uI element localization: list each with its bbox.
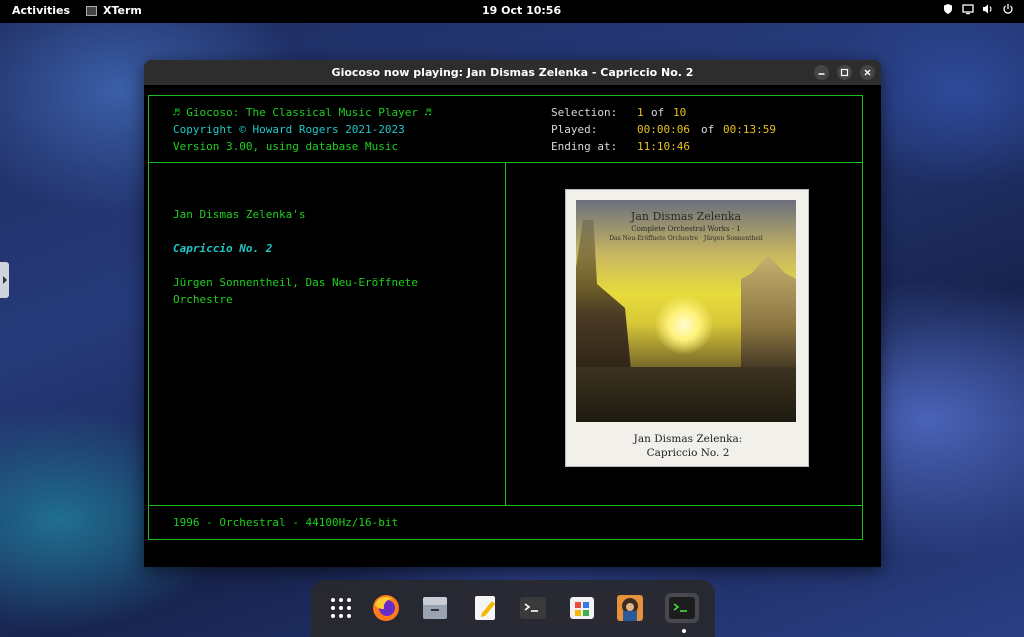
selection-label: Selection: bbox=[551, 106, 618, 119]
work-title: Capriccio No. 2 bbox=[173, 242, 273, 255]
copyright-line: Copyright © Howard Rogers 2021-2023 bbox=[173, 123, 405, 136]
caption-line-1: Jan Dismas Zelenka: bbox=[633, 433, 743, 445]
cover-performers: Das Neu-Eröffnete Orchestre · Jürgen Son… bbox=[609, 235, 763, 242]
terminal-icon[interactable] bbox=[518, 593, 548, 623]
text-editor-icon[interactable] bbox=[470, 593, 500, 623]
system-tray[interactable] bbox=[942, 3, 1014, 15]
firefox-icon[interactable] bbox=[371, 593, 401, 623]
display-icon[interactable] bbox=[962, 3, 974, 15]
total-time: 00:13:59 bbox=[723, 123, 776, 136]
giocoso-icon[interactable] bbox=[615, 593, 645, 623]
window-title: Giocoso now playing: Jan Dismas Zelenka … bbox=[331, 66, 694, 79]
version-line: Version 3.00, using database Music bbox=[173, 140, 399, 153]
footer-info: 1996 - Orchestral - 44100Hz/16-bit bbox=[173, 516, 399, 529]
performers-line-1: Jürgen Sonnentheil, Das Neu-Eröffnete bbox=[173, 276, 419, 289]
shield-icon[interactable] bbox=[942, 3, 954, 15]
power-icon[interactable] bbox=[1002, 3, 1014, 15]
volume-icon[interactable] bbox=[982, 3, 994, 15]
album-cover: Jan Dismas Zelenka Complete Orchestral W… bbox=[565, 189, 809, 467]
app-menu[interactable]: XTerm bbox=[86, 4, 142, 17]
played-label: Played: bbox=[551, 123, 598, 136]
clock[interactable]: 19 Oct 10:56 bbox=[482, 4, 561, 17]
played-time: 00:00:06 bbox=[637, 123, 690, 136]
activities-button[interactable]: Activities bbox=[12, 4, 70, 17]
maximize-button[interactable] bbox=[837, 65, 852, 80]
ship-silhouette bbox=[576, 220, 632, 380]
app-name: XTerm bbox=[103, 4, 142, 17]
side-panel-handle[interactable] bbox=[0, 262, 9, 298]
xterm-icon[interactable] bbox=[665, 593, 699, 623]
harbour-ground bbox=[576, 367, 796, 422]
close-button[interactable] bbox=[860, 65, 875, 80]
cover-title: Jan Dismas Zelenka bbox=[630, 210, 742, 223]
minimize-button[interactable] bbox=[814, 65, 829, 80]
files-icon[interactable] bbox=[420, 593, 450, 623]
played-of: of bbox=[701, 123, 715, 136]
album-painting: Jan Dismas Zelenka Complete Orchestral W… bbox=[576, 200, 796, 422]
ending-label: Ending at: bbox=[551, 140, 618, 153]
composer-line: Jan Dismas Zelenka's bbox=[173, 208, 306, 221]
caption-line-2: Capriccio No. 2 bbox=[646, 447, 730, 459]
xterm-app-icon bbox=[86, 5, 97, 16]
selection-current: 1 bbox=[637, 106, 644, 119]
dock bbox=[311, 580, 715, 637]
terminal-area[interactable]: ♬ Giocoso: The Classical Music Player ♬ … bbox=[144, 85, 881, 567]
app-grid-icon[interactable] bbox=[326, 593, 356, 623]
window-titlebar[interactable]: Giocoso now playing: Jan Dismas Zelenka … bbox=[144, 60, 881, 85]
software-icon[interactable] bbox=[567, 593, 597, 623]
selection-total: 10 bbox=[673, 106, 687, 119]
running-indicator bbox=[682, 629, 686, 633]
app-title-line: ♬ Giocoso: The Classical Music Player ♬ bbox=[173, 106, 432, 119]
top-bar: Activities XTerm 19 Oct 10:56 bbox=[0, 0, 1024, 23]
sun-glow bbox=[654, 295, 714, 355]
temple-silhouette bbox=[741, 255, 796, 375]
performers-line-2: Orchestre bbox=[173, 293, 233, 306]
xterm-window: Giocoso now playing: Jan Dismas Zelenka … bbox=[144, 60, 881, 567]
cover-subtitle: Complete Orchestral Works · 1 bbox=[631, 225, 741, 233]
selection-of: of bbox=[651, 106, 665, 119]
album-caption: Jan Dismas Zelenka: Capriccio No. 2 bbox=[566, 432, 810, 460]
ending-time: 11:10:46 bbox=[637, 140, 690, 153]
